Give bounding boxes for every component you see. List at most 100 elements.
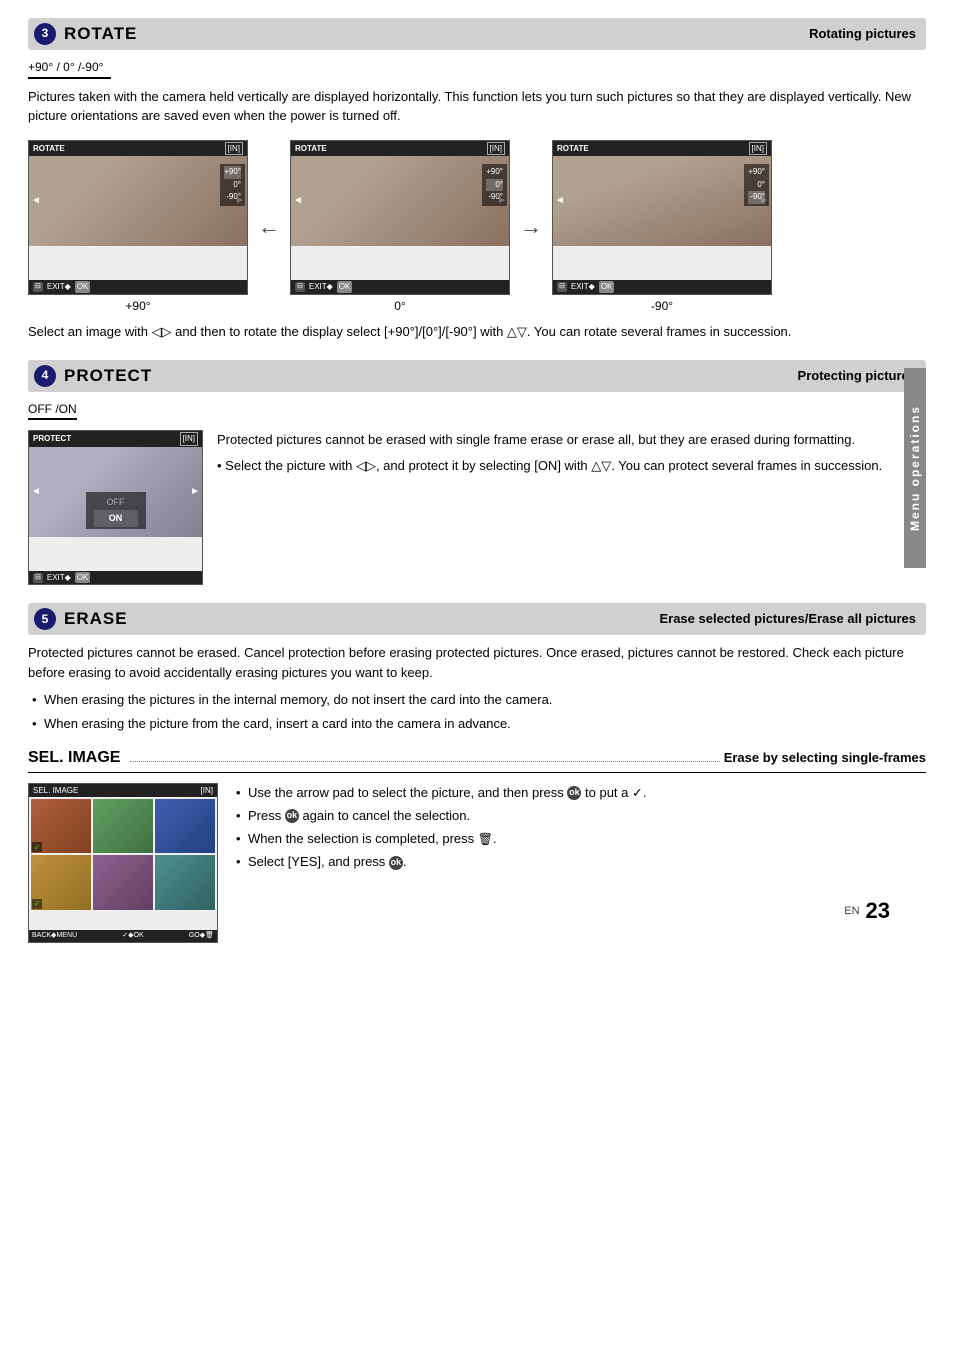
rotate-screens-row: ROTATE [IN] ◄ ► +90° 0° -90° ⊟: [28, 140, 926, 315]
protect-subtitle: Protecting pictures: [798, 367, 916, 385]
cam3-title: ROTATE: [557, 143, 589, 154]
sel-back-label: BACK◆MENU: [32, 931, 77, 941]
cam3-mode: [IN]: [749, 142, 767, 155]
cam1-mode: [IN]: [225, 142, 243, 155]
protect-description: Protected pictures cannot be erased with…: [217, 430, 926, 450]
sel-thumb-6: [155, 855, 215, 910]
protect-content: PROTECT [IN] ◄ ► OFF ON ⊟ EXIT◆ OK: [28, 430, 926, 585]
rotate-section: 3 ROTATE Rotating pictures +90° / 0° /-9…: [28, 18, 926, 342]
cam1-ok: OK: [75, 281, 91, 292]
sel-ok-label: ✓◆OK: [122, 931, 143, 941]
sel-footer-back: BACK◆MENU: [32, 931, 77, 941]
cam1-exit: EXIT◆: [47, 281, 71, 292]
cam3-ok: OK: [599, 281, 615, 292]
cam1-left-arrow: ◄: [31, 194, 41, 208]
sel-image-content: SEL. IMAGE [IN] ✓ ✓: [28, 783, 926, 943]
cam3-image: ◄ ► +90° 0° -90°: [553, 156, 771, 246]
menu-operations-sidebar: Menu operations: [904, 368, 926, 568]
cam3-left-arrow: ◄: [555, 194, 565, 208]
erase-number: 5: [34, 608, 56, 630]
ok-icon-1: ok: [567, 786, 581, 800]
protect-ok: OK: [75, 572, 91, 583]
sel-screen-mode: [IN]: [201, 785, 213, 796]
arrow-left-1: ←: [258, 212, 280, 243]
cam1-image: ◄ ► +90° 0° -90°: [29, 156, 247, 246]
sel-go-label: GO◆🗑: [189, 931, 214, 941]
protect-right-arrow: ►: [190, 485, 200, 499]
protect-exit: EXIT◆: [47, 572, 71, 583]
rotate-number: 3: [34, 23, 56, 45]
sel-image-section: SEL. IMAGE Erase by selecting single-fra…: [28, 747, 926, 942]
sel-thumb-4: ✓: [31, 855, 91, 910]
protect-cam-header: PROTECT [IN]: [29, 431, 202, 446]
page-number: 23: [866, 896, 890, 927]
sel-thumb-3: [155, 799, 215, 854]
sel-screen-header: SEL. IMAGE [IN]: [29, 784, 217, 797]
rotate-title: ROTATE: [64, 22, 137, 46]
rotate-screen-3: ROTATE [IN] ◄ ► +90° 0° -90° ⊟: [552, 140, 772, 295]
sel-image-title: SEL. IMAGE: [28, 747, 120, 769]
protect-footer: ⊟ EXIT◆ OK: [29, 571, 202, 584]
cam1-label: +90°: [28, 298, 248, 315]
sel-bullet-3: When the selection is completed, press 🗑…: [232, 829, 926, 849]
erase-header: 5 ERASE Erase selected pictures/Erase al…: [28, 603, 926, 635]
sidebar-label: Menu operations: [907, 405, 924, 531]
sel-thumb-1: ✓: [31, 799, 91, 854]
protect-number: 4: [34, 365, 56, 387]
erase-bullet-2: When erasing the picture from the card, …: [28, 714, 926, 734]
cam2-ok: OK: [337, 281, 353, 292]
rotate-selector[interactable]: +90° / 0° /-90°: [28, 59, 111, 79]
protect-left-arrow: ◄: [31, 485, 41, 499]
ok-icon-2: ok: [285, 809, 299, 823]
cam3-menu: +90° 0° -90°: [744, 164, 769, 206]
protect-header: 4 PROTECT Protecting pictures: [28, 360, 926, 392]
ok-icon-3: ok: [389, 856, 403, 870]
cam2-exit: EXIT◆: [309, 281, 333, 292]
rotate-instruction: Select an image with ◁▷ and then to rota…: [28, 322, 926, 342]
protect-icon: ⊟: [33, 573, 43, 583]
sel-thumb-5: [93, 855, 153, 910]
sel-bullet-2: Press ok again to cancel the selection.: [232, 806, 926, 826]
cam3-icon: ⊟: [557, 282, 567, 292]
protect-title: PROTECT: [64, 364, 152, 388]
sel-image-screen: SEL. IMAGE [IN] ✓ ✓: [28, 783, 218, 943]
cam1-icon: ⊟: [33, 282, 43, 292]
sel-bullet-1: Use the arrow pad to select the picture,…: [232, 783, 926, 803]
cam2-icon: ⊟: [295, 282, 305, 292]
erase-bullet-1: When erasing the pictures in the interna…: [28, 690, 926, 710]
cam2-image: ◄ ► +90° 0° -90°: [291, 156, 509, 246]
erase-subtitle: Erase selected pictures/Erase all pictur…: [659, 610, 916, 628]
sel-image-grid: ✓ ✓: [29, 797, 217, 912]
cam2-menu: +90° 0° -90°: [482, 164, 507, 206]
cam3-exit: EXIT◆: [571, 281, 595, 292]
protect-description-area: Protected pictures cannot be erased with…: [217, 430, 926, 475]
rotate-selector-text: +90° / 0° /-90°: [28, 60, 103, 74]
sel-footer-ok: ✓◆OK: [122, 931, 143, 941]
sel-footer-go: GO◆🗑: [189, 931, 214, 941]
trash-icon: 🗑: [478, 830, 493, 849]
sel-image-header-row: SEL. IMAGE Erase by selecting single-fra…: [28, 747, 926, 772]
rotate-description: Pictures taken with the camera held vert…: [28, 87, 926, 126]
erase-bullets: When erasing the pictures in the interna…: [28, 690, 926, 733]
page-footer: EN 23: [844, 896, 890, 927]
rotate-subtitle: Rotating pictures: [809, 25, 916, 43]
sel-check-4: ✓: [32, 899, 42, 909]
protect-off: OFF: [94, 494, 138, 510]
cam1-menu: +90° 0° -90°: [220, 164, 245, 206]
protect-cam-mode: [IN]: [180, 432, 198, 445]
cam3-footer: ⊟ EXIT◆ OK: [553, 280, 771, 293]
cam2-footer: ⊟ EXIT◆ OK: [291, 280, 509, 293]
sel-image-subtitle: Erase by selecting single-frames: [724, 749, 926, 767]
cam2-left-arrow: ◄: [293, 194, 303, 208]
sel-screen-footer: BACK◆MENU ✓◆OK GO◆🗑: [29, 930, 217, 942]
rotate-screen-2: ROTATE [IN] ◄ ► +90° 0° -90° ⊟: [290, 140, 510, 295]
cam2-label: 0°: [290, 298, 510, 315]
protect-section: 4 PROTECT Protecting pictures OFF /ON PR…: [28, 360, 926, 586]
protect-image: ◄ ► OFF ON: [29, 447, 202, 537]
erase-section: 5 ERASE Erase selected pictures/Erase al…: [28, 603, 926, 942]
page-en-label: EN: [844, 904, 859, 919]
protect-cam-title: PROTECT: [33, 433, 71, 444]
sel-check-1: ✓: [32, 842, 42, 852]
protect-selector[interactable]: OFF /ON: [28, 401, 77, 421]
rotate-header: 3 ROTATE Rotating pictures: [28, 18, 926, 50]
